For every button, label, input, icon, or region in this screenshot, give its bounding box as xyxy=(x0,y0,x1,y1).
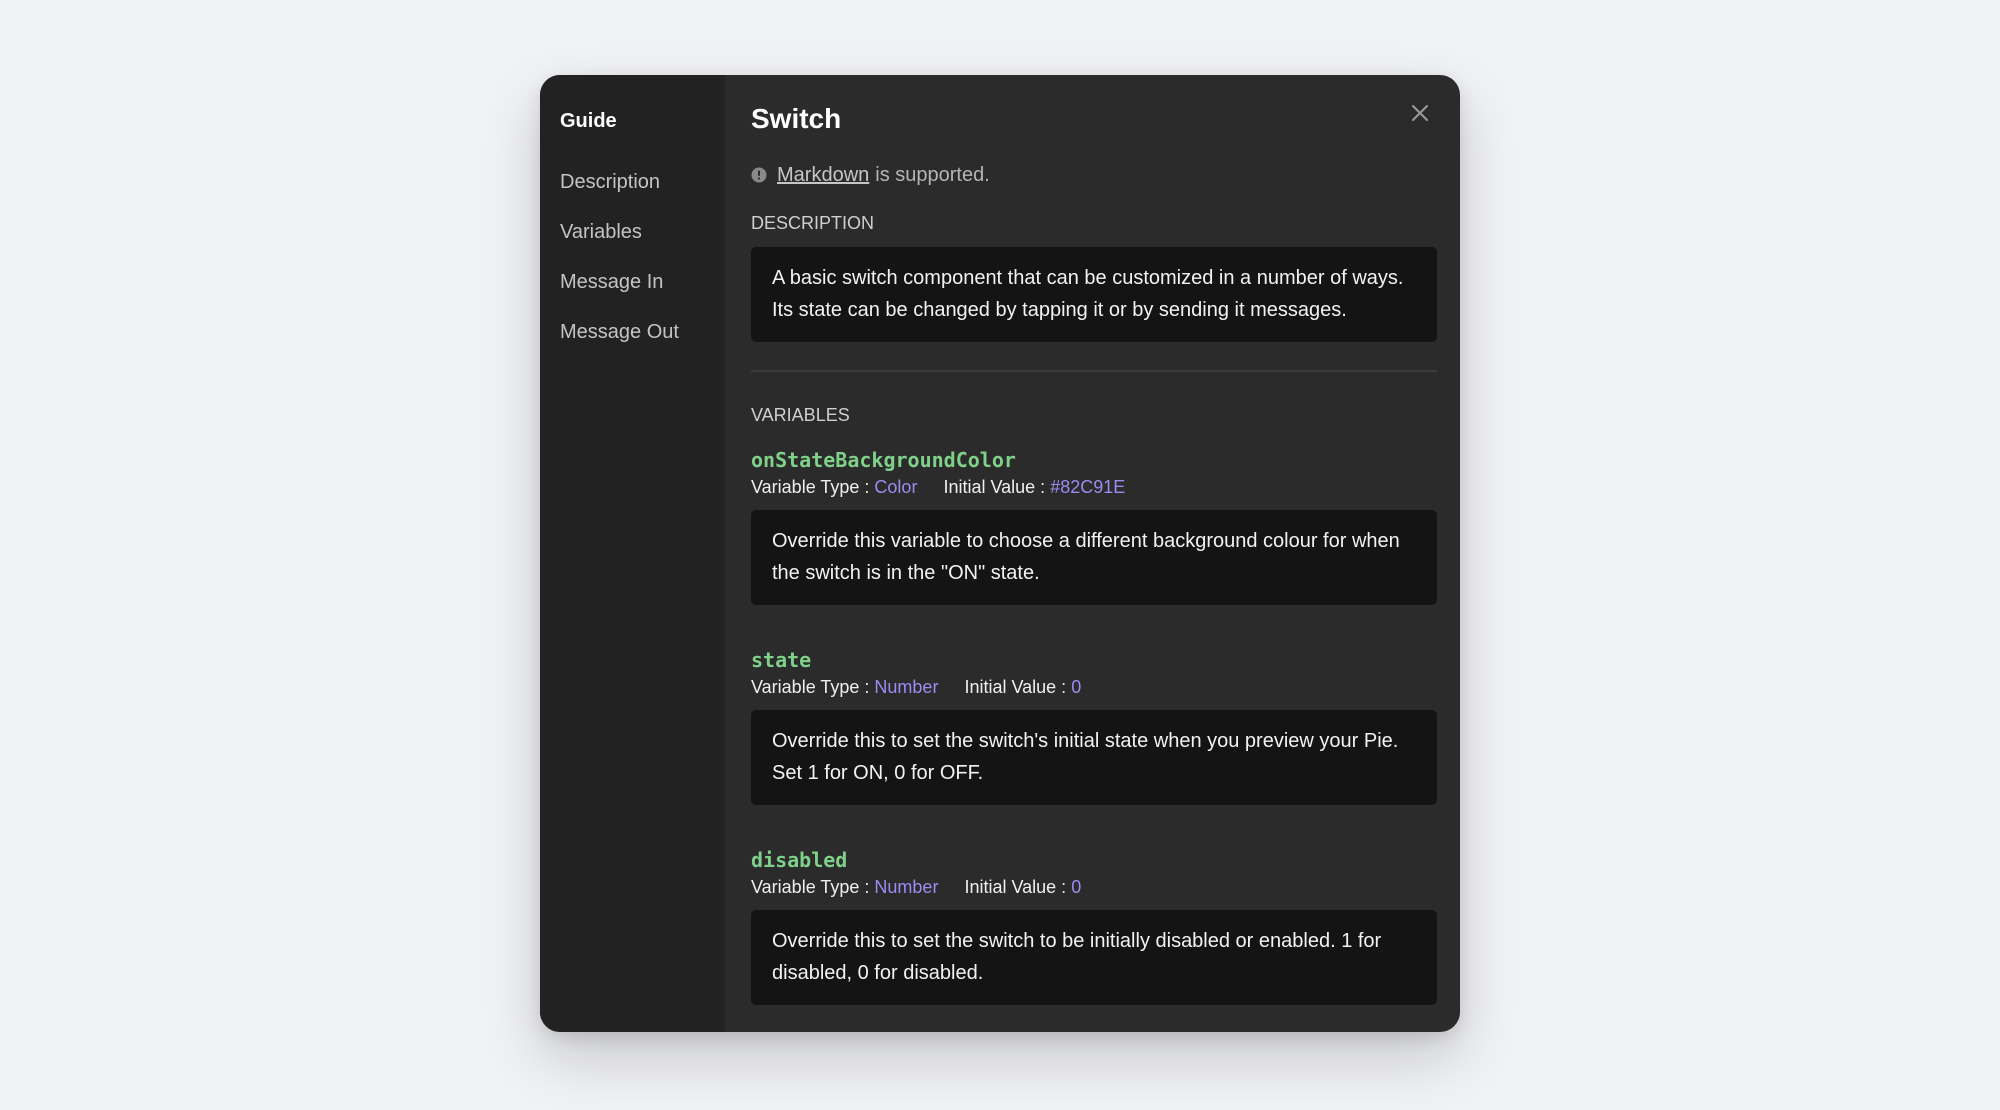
variable-description: Override this to set the switch's initia… xyxy=(751,710,1437,805)
description-heading: DESCRIPTION xyxy=(751,213,875,233)
markdown-note-text: is supported. xyxy=(875,163,990,186)
description-box: A basic switch component that can be cus… xyxy=(751,247,1437,342)
variable-name: disabled xyxy=(751,848,848,872)
variable-meta: Variable Type : Color Initial Value : #82… xyxy=(751,474,1436,500)
sidebar-title: Guide xyxy=(560,110,617,132)
initial-value: 0 xyxy=(1071,677,1082,697)
guide-content[interactable]: Switch Markdown is supported. DESCRIPTIO… xyxy=(725,75,1460,1032)
markdown-note: Markdown is supported. xyxy=(751,161,1436,189)
close-icon xyxy=(1412,105,1428,121)
variable-item: state Variable Type : Number Initial Valu… xyxy=(751,646,1437,805)
variable-type-value: Number xyxy=(874,677,939,697)
guide-modal: Guide Description Variables Message In M… xyxy=(540,75,1460,1032)
variable-type-value: Number xyxy=(874,877,939,897)
variable-meta: Variable Type : Number Initial Value : 0 xyxy=(751,674,1436,700)
sidebar-item-variables[interactable]: Variables xyxy=(560,218,725,246)
initial-value: 0 xyxy=(1071,877,1082,897)
sidebar: Guide Description Variables Message In M… xyxy=(540,75,725,1032)
initial-value-label: Initial Value : xyxy=(964,877,1067,897)
info-icon xyxy=(751,167,767,183)
section-divider xyxy=(751,370,1437,372)
initial-value: #82C91E xyxy=(1050,477,1126,497)
sidebar-item-description[interactable]: Description xyxy=(560,168,725,196)
variable-description: Override this to set the switch to be in… xyxy=(751,910,1437,1005)
variable-description: Override this variable to choose a diffe… xyxy=(751,510,1437,605)
variable-type-label: Variable Type : xyxy=(751,677,870,697)
variable-name: state xyxy=(751,648,812,672)
sidebar-item-message-in[interactable]: Message In xyxy=(560,268,725,296)
variable-item: disabled Variable Type : Number Initial V… xyxy=(751,846,1437,1005)
variable-type-label: Variable Type : xyxy=(751,877,870,897)
initial-value-label: Initial Value : xyxy=(964,677,1067,697)
page-title: Switch xyxy=(751,103,842,134)
sidebar-item-message-out[interactable]: Message Out xyxy=(560,318,725,346)
variable-meta: Variable Type : Number Initial Value : 0 xyxy=(751,874,1436,900)
variables-heading: VARIABLES xyxy=(751,405,850,425)
variable-type-value: Color xyxy=(874,477,918,497)
variable-name: onStateBackgroundColor xyxy=(751,448,1016,472)
markdown-link[interactable]: Markdown xyxy=(777,164,869,187)
close-button[interactable] xyxy=(1408,101,1432,125)
variable-item: onStateBackgroundColor Variable Type : C… xyxy=(751,446,1437,605)
variable-type-label: Variable Type : xyxy=(751,477,870,497)
initial-value-label: Initial Value : xyxy=(943,477,1046,497)
